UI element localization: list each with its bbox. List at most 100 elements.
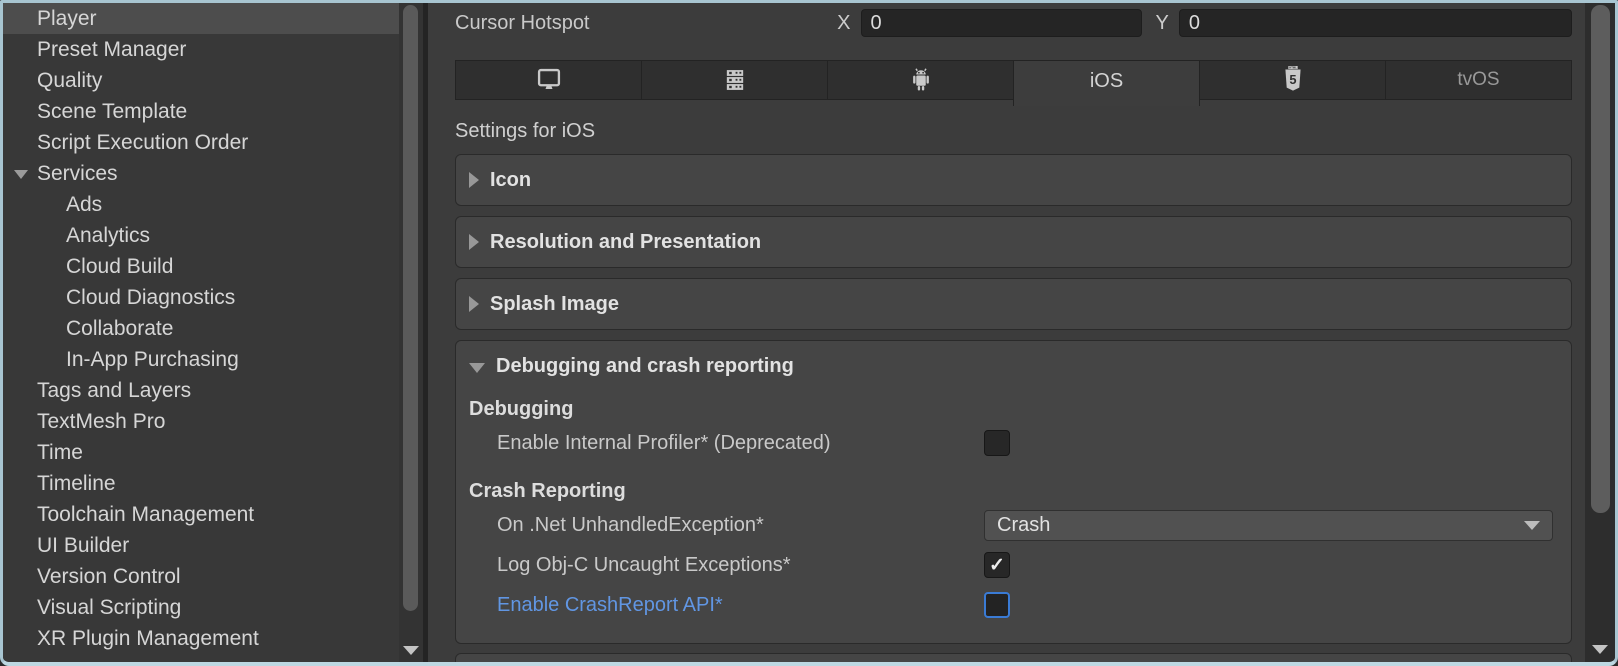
- tab-android[interactable]: [827, 60, 1014, 100]
- section-resolution-and-presentation: Resolution and Presentation: [455, 216, 1572, 268]
- section-title: Splash Image: [490, 293, 619, 316]
- chevron-right-icon: [469, 172, 479, 188]
- project-settings-window: Player Preset Manager Quality Scene Templat…: [0, 0, 1618, 666]
- checkbox-enable-internal-profiler-deprecated[interactable]: [984, 430, 1010, 456]
- sidebar-item-timeline[interactable]: Timeline: [3, 468, 399, 499]
- sidebar-item-label: Visual Scripting: [37, 596, 181, 619]
- sidebar-item-label: Services: [37, 162, 118, 185]
- sidebar-item-analytics[interactable]: Analytics: [3, 220, 399, 251]
- next-section-partial[interactable]: [455, 653, 1572, 662]
- cursor-hotspot-label: Cursor Hotspot: [455, 12, 837, 35]
- sidebar-item-textmesh-pro[interactable]: TextMesh Pro: [3, 406, 399, 437]
- property-row-enable-internal-profiler-deprecated: Enable Internal Profiler* (Deprecated): [469, 423, 1553, 463]
- sidebar-item-services[interactable]: Services: [3, 158, 399, 189]
- chevron-down-icon: [469, 363, 485, 373]
- sidebar-item-label: XR Plugin Management: [37, 627, 259, 650]
- chevron-right-icon: [469, 234, 479, 250]
- sidebar-item-label: UI Builder: [37, 534, 129, 557]
- sidebar-item-quality[interactable]: Quality: [3, 65, 399, 96]
- section-splash-image: Splash Image: [455, 278, 1572, 330]
- sidebar-item-label: Analytics: [66, 224, 150, 247]
- sidebar-item-label: Preset Manager: [37, 38, 186, 61]
- sidebar-item-scene-template[interactable]: Scene Template: [3, 96, 399, 127]
- sidebar-item-preset-manager[interactable]: Preset Manager: [3, 34, 399, 65]
- sidebar-item-label: Toolchain Management: [37, 503, 254, 526]
- tab-webgl[interactable]: HTML 5: [1199, 60, 1386, 100]
- sidebar-item-cloud-diagnostics[interactable]: Cloud Diagnostics: [3, 282, 399, 313]
- section-header-debugging-and-crash-reporting[interactable]: Debugging and crash reporting: [456, 341, 1571, 391]
- sidebar-scrollbar[interactable]: [399, 3, 423, 662]
- sidebar-item-script-execution-order[interactable]: Script Execution Order: [3, 127, 399, 158]
- main-scroll-thumb[interactable]: [1591, 5, 1610, 513]
- section-content: DebuggingEnable Internal Profiler* (Depr…: [456, 395, 1571, 643]
- tab-ios-label: iOS: [1090, 70, 1123, 93]
- property-value: [984, 592, 1553, 618]
- sidebar-item-label: Timeline: [37, 472, 116, 495]
- checkbox-log-obj-c-uncaught-exceptions[interactable]: ✓: [984, 552, 1010, 578]
- property-row-on-net-unhandledexception: On .Net UnhandledException* Crash: [469, 505, 1553, 545]
- tab-ios[interactable]: iOS: [1013, 60, 1200, 106]
- foldout-arrow-icon[interactable]: [14, 170, 28, 179]
- html5-icon: HTML 5: [1279, 64, 1307, 96]
- main-scroll-down-icon[interactable]: [1592, 645, 1608, 654]
- sidebar-item-label: TextMesh Pro: [37, 410, 165, 433]
- sidebar-item-version-control[interactable]: Version Control: [3, 561, 399, 592]
- section-header-resolution-and-presentation[interactable]: Resolution and Presentation: [456, 217, 1571, 267]
- checkmark-icon: ✓: [989, 554, 1005, 577]
- platform-tabbar: iOS HTML 5 tvOS: [455, 60, 1572, 100]
- sidebar-item-ui-builder[interactable]: UI Builder: [3, 530, 399, 561]
- settings-title: Settings for iOS: [455, 120, 1572, 144]
- sidebar-item-ads[interactable]: Ads: [3, 189, 399, 220]
- tab-standalone[interactable]: [455, 60, 642, 100]
- svg-text:HTML: HTML: [1289, 66, 1297, 70]
- tab-tvos[interactable]: tvOS: [1385, 60, 1572, 100]
- dropdown-on-net-unhandledexception[interactable]: Crash: [984, 510, 1553, 541]
- x-input[interactable]: 0: [861, 9, 1142, 37]
- sidebar-item-label: Scene Template: [37, 100, 187, 123]
- dropdown-value: Crash: [997, 514, 1524, 537]
- sidebar-item-visual-scripting[interactable]: Visual Scripting: [3, 592, 399, 623]
- dropdown-caret-icon: [1524, 521, 1540, 530]
- sidebar-item-xr-plugin-management[interactable]: XR Plugin Management: [3, 623, 399, 654]
- sidebar-item-label: Script Execution Order: [37, 131, 248, 154]
- sidebar-scroll-thumb[interactable]: [403, 5, 418, 611]
- sidebar-item-label: Version Control: [37, 565, 181, 588]
- y-label: Y: [1156, 12, 1169, 35]
- section-header-icon[interactable]: Icon: [456, 155, 1571, 205]
- sidebar-item-cloud-build[interactable]: Cloud Build: [3, 251, 399, 282]
- tab-dedicated-server[interactable]: [641, 60, 828, 100]
- player-settings-panel: Cursor Hotspot X 0 Y 0 iOS HTML 5 tvOS Sett…: [428, 3, 1585, 662]
- android-icon: [906, 65, 936, 95]
- sidebar-item-label: Quality: [37, 69, 102, 92]
- sidebar-scroll-down-icon[interactable]: [403, 646, 419, 655]
- sidebar-item-toolchain-management[interactable]: Toolchain Management: [3, 499, 399, 530]
- sidebar-item-time[interactable]: Time: [3, 437, 399, 468]
- property-label: Log Obj-C Uncaught Exceptions*: [469, 554, 984, 577]
- sidebar-item-player[interactable]: Player: [3, 3, 399, 34]
- settings-sidebar: Player Preset Manager Quality Scene Templat…: [3, 3, 423, 662]
- chevron-right-icon: [469, 296, 479, 312]
- sidebar-item-collaborate[interactable]: Collaborate: [3, 313, 399, 344]
- sidebar-item-label: Cloud Build: [66, 255, 173, 278]
- section-title: Icon: [490, 169, 531, 192]
- y-input[interactable]: 0: [1179, 9, 1572, 37]
- section-header-splash-image[interactable]: Splash Image: [456, 279, 1571, 329]
- property-row-log-obj-c-uncaught-exceptions: Log Obj-C Uncaught Exceptions*✓: [469, 545, 1553, 585]
- sidebar-item-label: Ads: [66, 193, 102, 216]
- property-label: On .Net UnhandledException*: [469, 514, 984, 537]
- sidebar-item-label: Cloud Diagnostics: [66, 286, 235, 309]
- checkbox-enable-crashreport-api[interactable]: [984, 592, 1010, 618]
- svg-text:5: 5: [1289, 72, 1296, 87]
- sidebar-item-in-app-purchasing[interactable]: In-App Purchasing: [3, 344, 399, 375]
- main-scrollbar[interactable]: [1585, 3, 1615, 662]
- sections-container: Icon Resolution and Presentation Splash Im…: [455, 154, 1572, 644]
- property-value: Crash: [984, 510, 1553, 541]
- sidebar-item-tags-and-layers[interactable]: Tags and Layers: [3, 375, 399, 406]
- server-icon: [720, 66, 750, 94]
- sidebar-item-label: Time: [37, 441, 83, 464]
- sidebar-item-label: In-App Purchasing: [66, 348, 239, 371]
- section-title: Debugging and crash reporting: [496, 355, 794, 378]
- sidebar-item-label: Player: [37, 7, 97, 30]
- sidebar-list: Player Preset Manager Quality Scene Templat…: [3, 3, 399, 654]
- cursor-hotspot-row: Cursor Hotspot X 0 Y 0: [455, 3, 1572, 38]
